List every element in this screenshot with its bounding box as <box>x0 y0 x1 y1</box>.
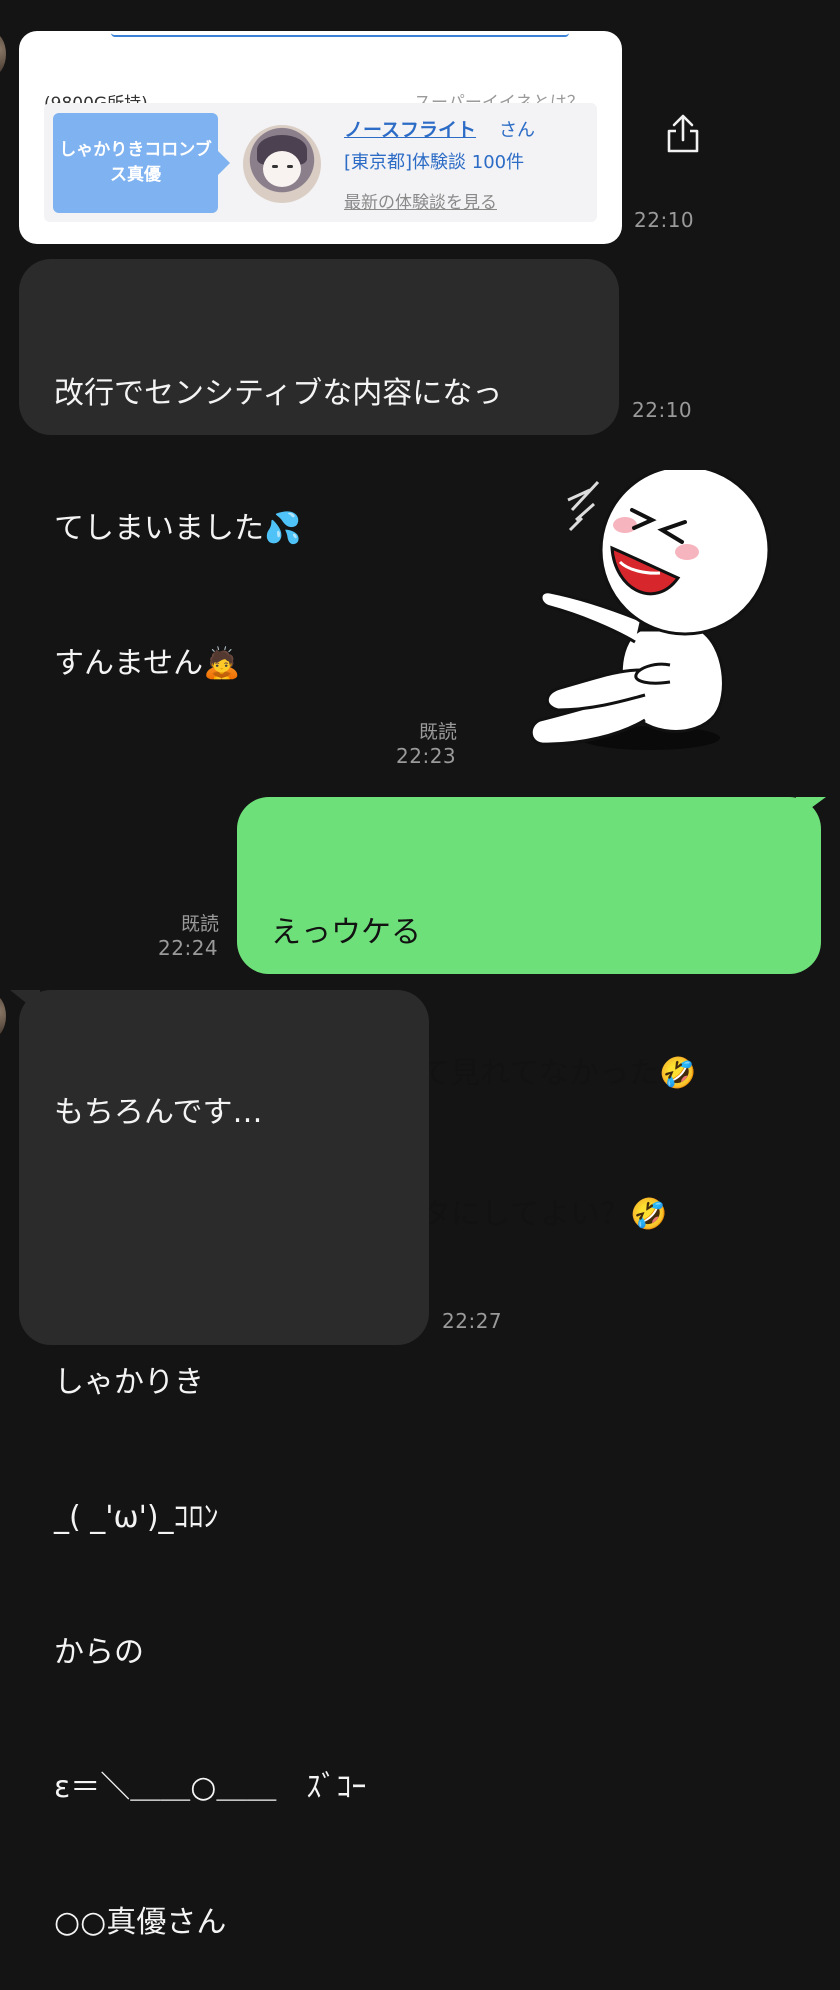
message-line: もちろんです… <box>54 1095 263 1130</box>
outgoing-message-bubble[interactable]: えっウケる 今仕事してて見れてなかった🤣 ブログのネタにしてよい？🤣 <box>237 797 821 1232</box>
message-line <box>54 1225 429 1270</box>
message-time: 22:27 <box>442 1309 503 1333</box>
laughing-pointing-sticker[interactable] <box>520 464 780 770</box>
super-like-card[interactable]: (9800G所持) スーパーイイネとは？ しゃかりきコロンブス真優 ノースフライ… <box>19 31 622 244</box>
message-line: からの <box>54 1635 144 1670</box>
message-time: 22:10 <box>632 398 693 422</box>
read-receipt: 既読 <box>181 913 220 935</box>
message-line: _( _'ω')_ｺﾛﾝ <box>54 1500 219 1535</box>
message-line: えっウケる <box>271 915 421 950</box>
message-time: 22:24 <box>158 936 219 960</box>
message-time: 22:10 <box>634 208 695 232</box>
incoming-message-bubble[interactable]: もちろんです… しゃかりき _( _'ω')_ｺﾛﾝ からの ε＝＼＿＿○＿＿ … <box>19 990 429 1940</box>
profile-avatar[interactable] <box>243 125 321 203</box>
read-receipt: 既読 <box>419 721 458 743</box>
message-time: 22:23 <box>396 744 457 768</box>
avatar[interactable] <box>0 32 6 76</box>
card-top-accent <box>111 31 569 37</box>
message-line: ε＝＼＿＿○＿＿ ｽﾞｺｰ <box>54 1770 367 1805</box>
message-line: 改行でセンシティブな内容になっ <box>54 376 503 411</box>
profile-name-link[interactable]: ノースフライト <box>344 115 476 142</box>
message-line: しゃかりき <box>54 1365 204 1400</box>
avatar[interactable] <box>0 994 6 1038</box>
share-button[interactable] <box>660 112 706 158</box>
share-icon <box>667 114 699 153</box>
message-line: ○○真優さん <box>54 1905 227 1940</box>
incoming-message-bubble[interactable]: 改行でセンシティブな内容になっ てしまいました💦 すんません🙇 <box>19 259 619 681</box>
profile-suffix: さん <box>499 120 535 141</box>
profile-meta: [東京都]体験談 100件 <box>344 152 525 173</box>
latest-stories-link[interactable]: 最新の体験談を見る <box>344 188 497 213</box>
member-tag: しゃかりきコロンブス真優 <box>53 113 230 213</box>
